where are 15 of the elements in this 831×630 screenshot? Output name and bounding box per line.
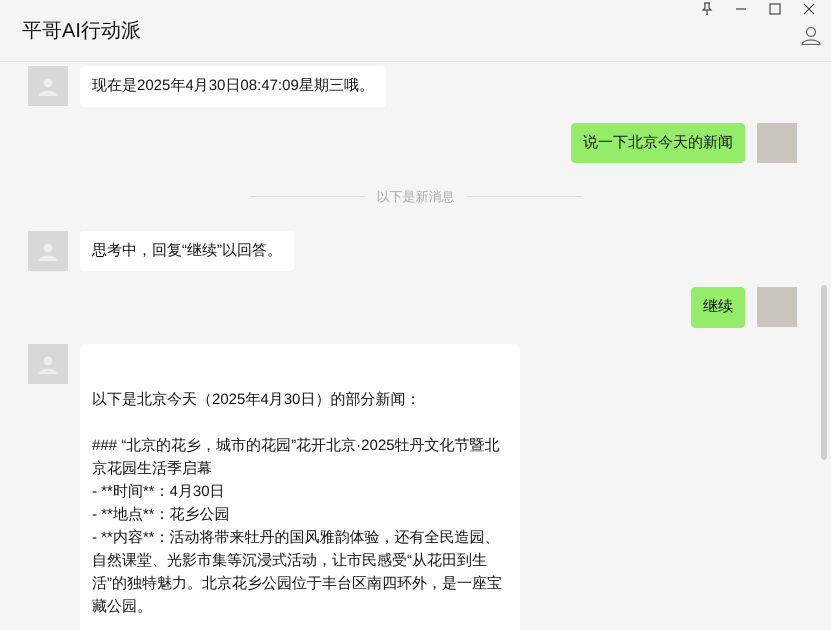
received-message-bubble: 思考中，回复“继续”以回答。 [80, 230, 294, 271]
new-messages-divider: 以下是新消息 [376, 188, 454, 206]
photo-placeholder [757, 287, 797, 327]
maximize-icon[interactable] [769, 2, 781, 14]
sent-message-bubble: 说一下北京今天的新闻 [571, 122, 745, 163]
pin-icon[interactable] [701, 2, 713, 15]
close-icon[interactable] [803, 2, 815, 14]
sent-message-bubble: 继续 [691, 287, 745, 328]
message-text: ### “北京的花乡，城市的花园”花开北京·2025牡丹文化节暨北京花园生活季启幕 - **时间**：4月30日 - **地点**：花乡公园 - **内容**：活动将带来牡丹的国风雅韵体验，还有全民造园、自然课堂、光影市集等沉浸式活动，让市民感受“从花田到生活”的独特魅力。北京花乡公园位于丰台区南四环外，是一座宝藏公园。 [92, 436, 503, 616]
photo-placeholder [757, 122, 797, 162]
received-message-bubble: 现在是2025年4月30日08:47:09星期三哦。 [80, 66, 386, 106]
person-icon[interactable] [801, 25, 821, 45]
message-text: 以下是北京今天（2025年4月30日）的部分新闻： [92, 390, 422, 410]
scrollbar[interactable] [821, 285, 827, 460]
window-title: 平哥AI行动派 [22, 19, 141, 44]
